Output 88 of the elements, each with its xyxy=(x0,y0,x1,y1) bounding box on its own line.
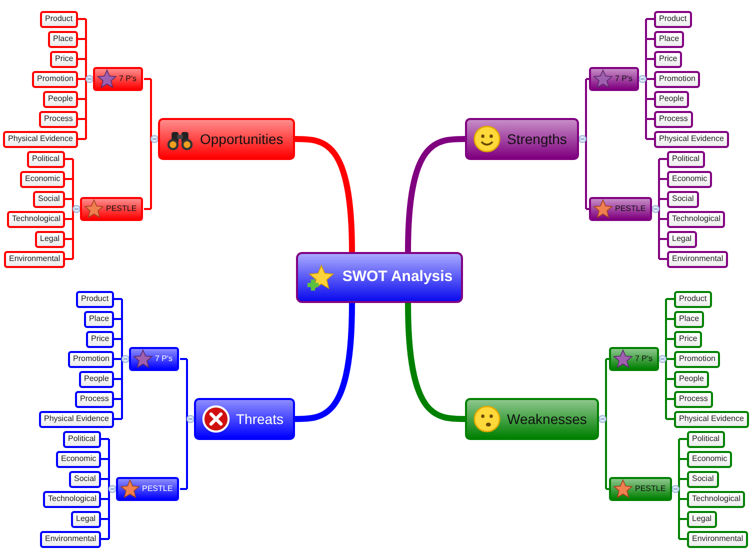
collapse-icon[interactable] xyxy=(186,415,194,423)
subtopic-node[interactable]: 7 P's xyxy=(129,347,179,371)
leaf-topic[interactable]: Legal xyxy=(71,510,101,528)
collapse-icon[interactable] xyxy=(658,355,666,363)
leaf-topic[interactable]: Place xyxy=(674,310,704,328)
leaf-topic[interactable]: Product xyxy=(674,290,712,308)
leaf-topic[interactable]: Environmental xyxy=(4,250,66,268)
collapse-icon[interactable] xyxy=(86,75,94,83)
error-icon xyxy=(202,405,230,433)
leaf-topic[interactable]: People xyxy=(79,370,114,388)
leaf-topic[interactable]: Social xyxy=(687,470,719,488)
leaf-topic[interactable]: Physical Evidence xyxy=(3,130,78,148)
star-icon xyxy=(613,349,633,369)
leaf-topic[interactable]: Environmental xyxy=(687,530,748,548)
subtopic-node[interactable]: PESTLE xyxy=(609,477,672,501)
smiley-face-icon xyxy=(473,125,501,153)
star-icon xyxy=(613,479,633,499)
collapse-icon[interactable] xyxy=(652,205,660,213)
collapse-icon[interactable] xyxy=(150,135,158,143)
leaf-topic[interactable]: Legal xyxy=(687,510,717,528)
leaf-topic[interactable]: People xyxy=(43,90,78,108)
star-icon xyxy=(593,199,613,219)
worried-face-icon xyxy=(473,405,501,433)
leaf-topic[interactable]: Social xyxy=(33,190,65,208)
star-icon xyxy=(120,479,140,499)
star-icon xyxy=(97,69,117,89)
leaf-topic[interactable]: Economic xyxy=(56,450,102,468)
leaf-topic[interactable]: Promotion xyxy=(654,70,700,88)
subtopic-node[interactable]: 7 P's xyxy=(93,67,143,91)
star-icon xyxy=(84,199,104,219)
leaf-topic[interactable]: Legal xyxy=(35,230,65,248)
subtopic-node[interactable]: 7 P's xyxy=(609,347,659,371)
leaf-topic[interactable]: Process xyxy=(75,390,114,408)
collapse-icon[interactable] xyxy=(598,415,606,423)
leaf-topic[interactable]: Place xyxy=(48,30,78,48)
leaf-topic[interactable]: People xyxy=(654,90,689,108)
leaf-topic[interactable]: Technological xyxy=(7,210,66,228)
topic-node[interactable]: Weaknesses xyxy=(465,398,599,440)
leaf-topic[interactable]: Process xyxy=(654,110,693,128)
topic-node[interactable]: Opportunities xyxy=(158,118,296,160)
leaf-topic[interactable]: Environmental xyxy=(40,530,102,548)
leaf-topic[interactable]: Economic xyxy=(687,450,732,468)
leaf-topic[interactable]: Technological xyxy=(687,490,746,508)
leaf-topic[interactable]: Physical Evidence xyxy=(39,410,114,428)
leaf-topic[interactable]: Environmental xyxy=(667,250,728,268)
leaf-topic[interactable]: Promotion xyxy=(68,350,114,368)
leaf-topic[interactable]: Price xyxy=(86,330,114,348)
leaf-topic[interactable]: Price xyxy=(50,50,78,68)
leaf-topic[interactable]: Process xyxy=(39,110,78,128)
leaf-topic[interactable]: Price xyxy=(674,330,702,348)
topic-node[interactable]: Threats xyxy=(194,398,296,440)
subtopic-node[interactable]: PESTLE xyxy=(80,197,143,221)
central-topic[interactable]: SWOT Analysis xyxy=(296,252,463,303)
leaf-topic[interactable]: Social xyxy=(69,470,101,488)
leaf-topic[interactable]: Legal xyxy=(667,230,697,248)
leaf-topic[interactable]: Political xyxy=(63,430,101,448)
collapse-icon[interactable] xyxy=(578,135,586,143)
collapse-icon[interactable] xyxy=(108,485,116,493)
leaf-topic[interactable]: Political xyxy=(687,430,725,448)
leaf-topic[interactable]: Promotion xyxy=(32,70,78,88)
leaf-topic[interactable]: Price xyxy=(654,50,682,68)
subtopic-node[interactable]: 7 P's xyxy=(589,67,639,91)
leaf-topic[interactable]: Economic xyxy=(20,170,66,188)
leaf-topic[interactable]: Political xyxy=(667,150,705,168)
leaf-topic[interactable]: People xyxy=(674,370,709,388)
leaf-topic[interactable]: Technological xyxy=(667,210,726,228)
leaf-topic[interactable]: Process xyxy=(674,390,713,408)
leaf-topic[interactable]: Place xyxy=(84,310,114,328)
collapse-icon[interactable] xyxy=(122,355,130,363)
leaf-topic[interactable]: Social xyxy=(667,190,699,208)
leaf-topic[interactable]: Promotion xyxy=(674,350,720,368)
collapse-icon[interactable] xyxy=(72,205,80,213)
leaf-topic[interactable]: Product xyxy=(76,290,114,308)
leaf-topic[interactable]: Physical Evidence xyxy=(654,130,729,148)
leaf-topic[interactable]: Place xyxy=(654,30,684,48)
subtopic-node[interactable]: PESTLE xyxy=(116,477,179,501)
star-icon xyxy=(133,349,153,369)
leaf-topic[interactable]: Political xyxy=(27,150,65,168)
leaf-topic[interactable]: Economic xyxy=(667,170,712,188)
collapse-icon[interactable] xyxy=(672,485,680,493)
subtopic-node[interactable]: PESTLE xyxy=(589,197,652,221)
star-plus-icon xyxy=(306,264,334,292)
leaf-topic[interactable]: Technological xyxy=(43,490,102,508)
leaf-topic[interactable]: Physical Evidence xyxy=(674,410,749,428)
leaf-topic[interactable]: Product xyxy=(654,10,692,28)
leaf-topic[interactable]: Product xyxy=(40,10,78,28)
star-icon xyxy=(593,69,613,89)
collapse-icon[interactable] xyxy=(638,75,646,83)
